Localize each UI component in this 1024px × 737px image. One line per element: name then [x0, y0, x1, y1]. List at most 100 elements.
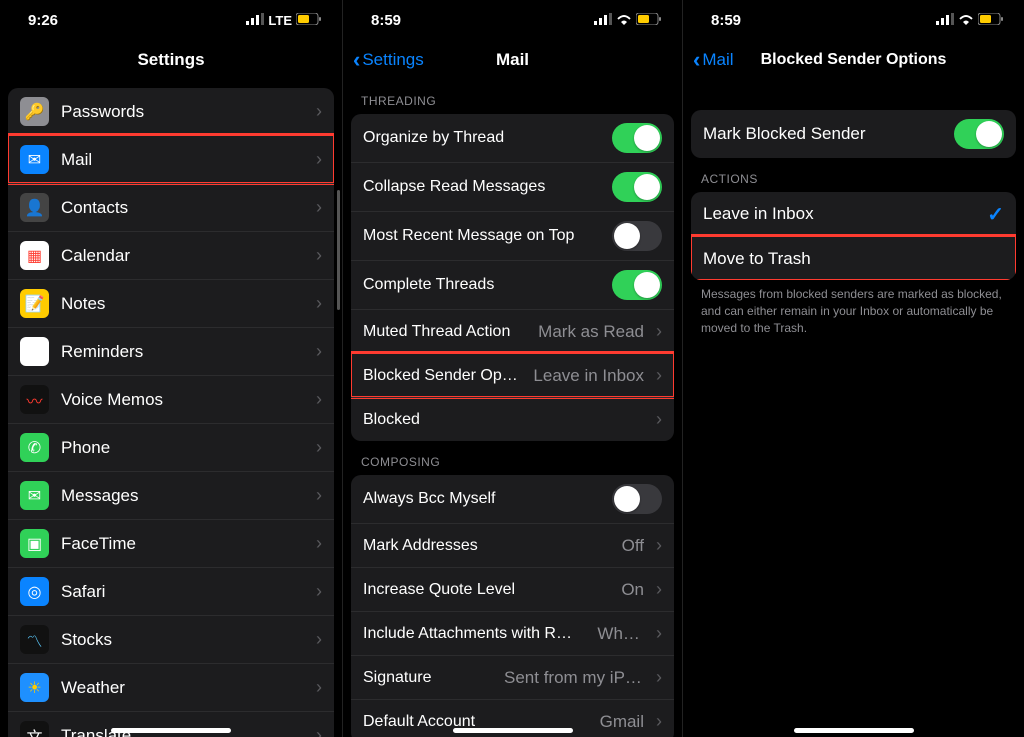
phone-icon: ✆	[20, 433, 49, 462]
passwords-icon: 🔑	[20, 97, 49, 126]
status-right	[936, 12, 1004, 29]
row-label: Move to Trash	[703, 249, 1004, 269]
row-translate[interactable]: 文 Translate ›	[8, 711, 334, 737]
chevron-right-icon: ›	[316, 677, 322, 698]
scrollbar[interactable]	[337, 190, 340, 310]
row-label: Voice Memos	[61, 390, 304, 410]
toggle-switch[interactable]	[612, 484, 662, 514]
voice-memos-icon: 〰︎	[20, 385, 49, 414]
status-time: 8:59	[371, 12, 401, 29]
row-collapse-read[interactable]: Collapse Read Messages	[351, 162, 674, 211]
settings-panel: 9:26 LTE Settings 🔑 Passwords › ✉︎ Mail …	[0, 0, 342, 737]
safari-icon: ◎	[20, 577, 49, 606]
row-detail: On	[621, 580, 644, 600]
row-label: Blocked	[363, 411, 644, 429]
notes-icon: 📝	[20, 289, 49, 318]
toggle-switch[interactable]	[612, 270, 662, 300]
row-voice-memos[interactable]: 〰︎ Voice Memos ›	[8, 375, 334, 423]
carrier-label: LTE	[268, 13, 292, 28]
row-label: Weather	[61, 678, 304, 698]
actions-footer: Messages from blocked senders are marked…	[683, 280, 1024, 342]
row-detail: Sent from my iPhone	[504, 668, 644, 688]
row-label: Most Recent Message on Top	[363, 227, 600, 245]
mail-icon: ✉︎	[20, 145, 49, 174]
row-label: Muted Thread Action	[363, 323, 526, 341]
back-button[interactable]: ‹ Settings	[353, 49, 424, 71]
chevron-right-icon: ›	[316, 293, 322, 314]
row-safari[interactable]: ◎ Safari ›	[8, 567, 334, 615]
row-leave-in-inbox[interactable]: Leave in Inbox ✓	[691, 192, 1016, 236]
wifi-icon	[958, 12, 974, 29]
signal-icon	[936, 12, 954, 29]
row-passwords[interactable]: 🔑 Passwords ›	[8, 88, 334, 135]
row-detail: Gmail	[600, 712, 644, 732]
row-reminders[interactable]: ☑︎ Reminders ›	[8, 327, 334, 375]
threading-group: Organize by Thread Collapse Read Message…	[351, 114, 674, 441]
row-contacts[interactable]: 👤 Contacts ›	[8, 183, 334, 231]
home-indicator[interactable]	[794, 728, 914, 733]
row-facetime[interactable]: ▣ FaceTime ›	[8, 519, 334, 567]
back-label: Mail	[702, 50, 733, 70]
row-label: Reminders	[61, 342, 304, 362]
row-organize-by-thread[interactable]: Organize by Thread	[351, 114, 674, 162]
stocks-icon: 〽︎	[20, 625, 49, 654]
chevron-right-icon: ›	[316, 197, 322, 218]
chevron-right-icon: ›	[316, 485, 322, 506]
row-label: Complete Threads	[363, 276, 600, 294]
chevron-right-icon: ›	[316, 389, 322, 410]
row-messages[interactable]: ✉︎ Messages ›	[8, 471, 334, 519]
status-right	[594, 12, 662, 29]
row-stocks[interactable]: 〽︎ Stocks ›	[8, 615, 334, 663]
chevron-right-icon: ›	[656, 711, 662, 732]
row-increase-quote[interactable]: Increase Quote Level On ›	[351, 567, 674, 611]
chevron-right-icon: ›	[656, 579, 662, 600]
toggle-switch[interactable]	[612, 123, 662, 153]
home-indicator[interactable]	[453, 728, 573, 733]
toggle-switch[interactable]	[612, 172, 662, 202]
chevron-left-icon: ‹	[693, 49, 700, 71]
back-button[interactable]: ‹ Mail	[693, 49, 734, 71]
battery-icon	[296, 12, 322, 29]
wifi-icon	[616, 12, 632, 29]
toggle-switch[interactable]	[612, 221, 662, 251]
chevron-right-icon: ›	[316, 533, 322, 554]
signal-icon	[594, 12, 612, 29]
row-phone[interactable]: ✆ Phone ›	[8, 423, 334, 471]
chevron-right-icon: ›	[656, 535, 662, 556]
checkmark-icon: ✓	[987, 202, 1004, 227]
row-muted-thread-action[interactable]: Muted Thread Action Mark as Read ›	[351, 309, 674, 353]
row-label: Collapse Read Messages	[363, 178, 600, 196]
row-label: Organize by Thread	[363, 129, 600, 147]
composing-group: Always Bcc Myself Mark Addresses Off › I…	[351, 475, 674, 737]
chevron-right-icon: ›	[656, 365, 662, 386]
row-signature[interactable]: Signature Sent from my iPhone ›	[351, 655, 674, 699]
row-blocked[interactable]: Blocked ›	[351, 397, 674, 441]
status-bar: 8:59	[343, 0, 682, 40]
chevron-right-icon: ›	[656, 409, 662, 430]
row-always-bcc[interactable]: Always Bcc Myself	[351, 475, 674, 523]
row-weather[interactable]: ☀︎ Weather ›	[8, 663, 334, 711]
composing-header: COMPOSING	[343, 441, 682, 475]
row-notes[interactable]: 📝 Notes ›	[8, 279, 334, 327]
row-label: Notes	[61, 294, 304, 314]
chevron-right-icon: ›	[316, 629, 322, 650]
row-mark-addresses[interactable]: Mark Addresses Off ›	[351, 523, 674, 567]
facetime-icon: ▣	[20, 529, 49, 558]
row-complete-threads[interactable]: Complete Threads	[351, 260, 674, 309]
row-label: Calendar	[61, 246, 304, 266]
row-mark-blocked-sender[interactable]: Mark Blocked Sender	[691, 110, 1016, 158]
chevron-right-icon: ›	[316, 341, 322, 362]
row-include-attachments[interactable]: Include Attachments with Replies Whe… ›	[351, 611, 674, 655]
row-calendar[interactable]: ▦ Calendar ›	[8, 231, 334, 279]
toggle-switch[interactable]	[954, 119, 1004, 149]
row-move-to-trash[interactable]: Move to Trash	[691, 236, 1016, 280]
home-indicator[interactable]	[111, 728, 231, 733]
status-right: LTE	[246, 12, 322, 29]
row-mail[interactable]: ✉︎ Mail ›	[8, 135, 334, 183]
row-blocked-sender-options[interactable]: Blocked Sender Options Leave in Inbox ›	[351, 353, 674, 397]
row-detail: Whe…	[597, 624, 644, 644]
row-most-recent-top[interactable]: Most Recent Message on Top	[351, 211, 674, 260]
chevron-right-icon: ›	[316, 581, 322, 602]
mark-blocked-group: Mark Blocked Sender	[691, 110, 1016, 158]
actions-header: ACTIONS	[683, 158, 1024, 192]
